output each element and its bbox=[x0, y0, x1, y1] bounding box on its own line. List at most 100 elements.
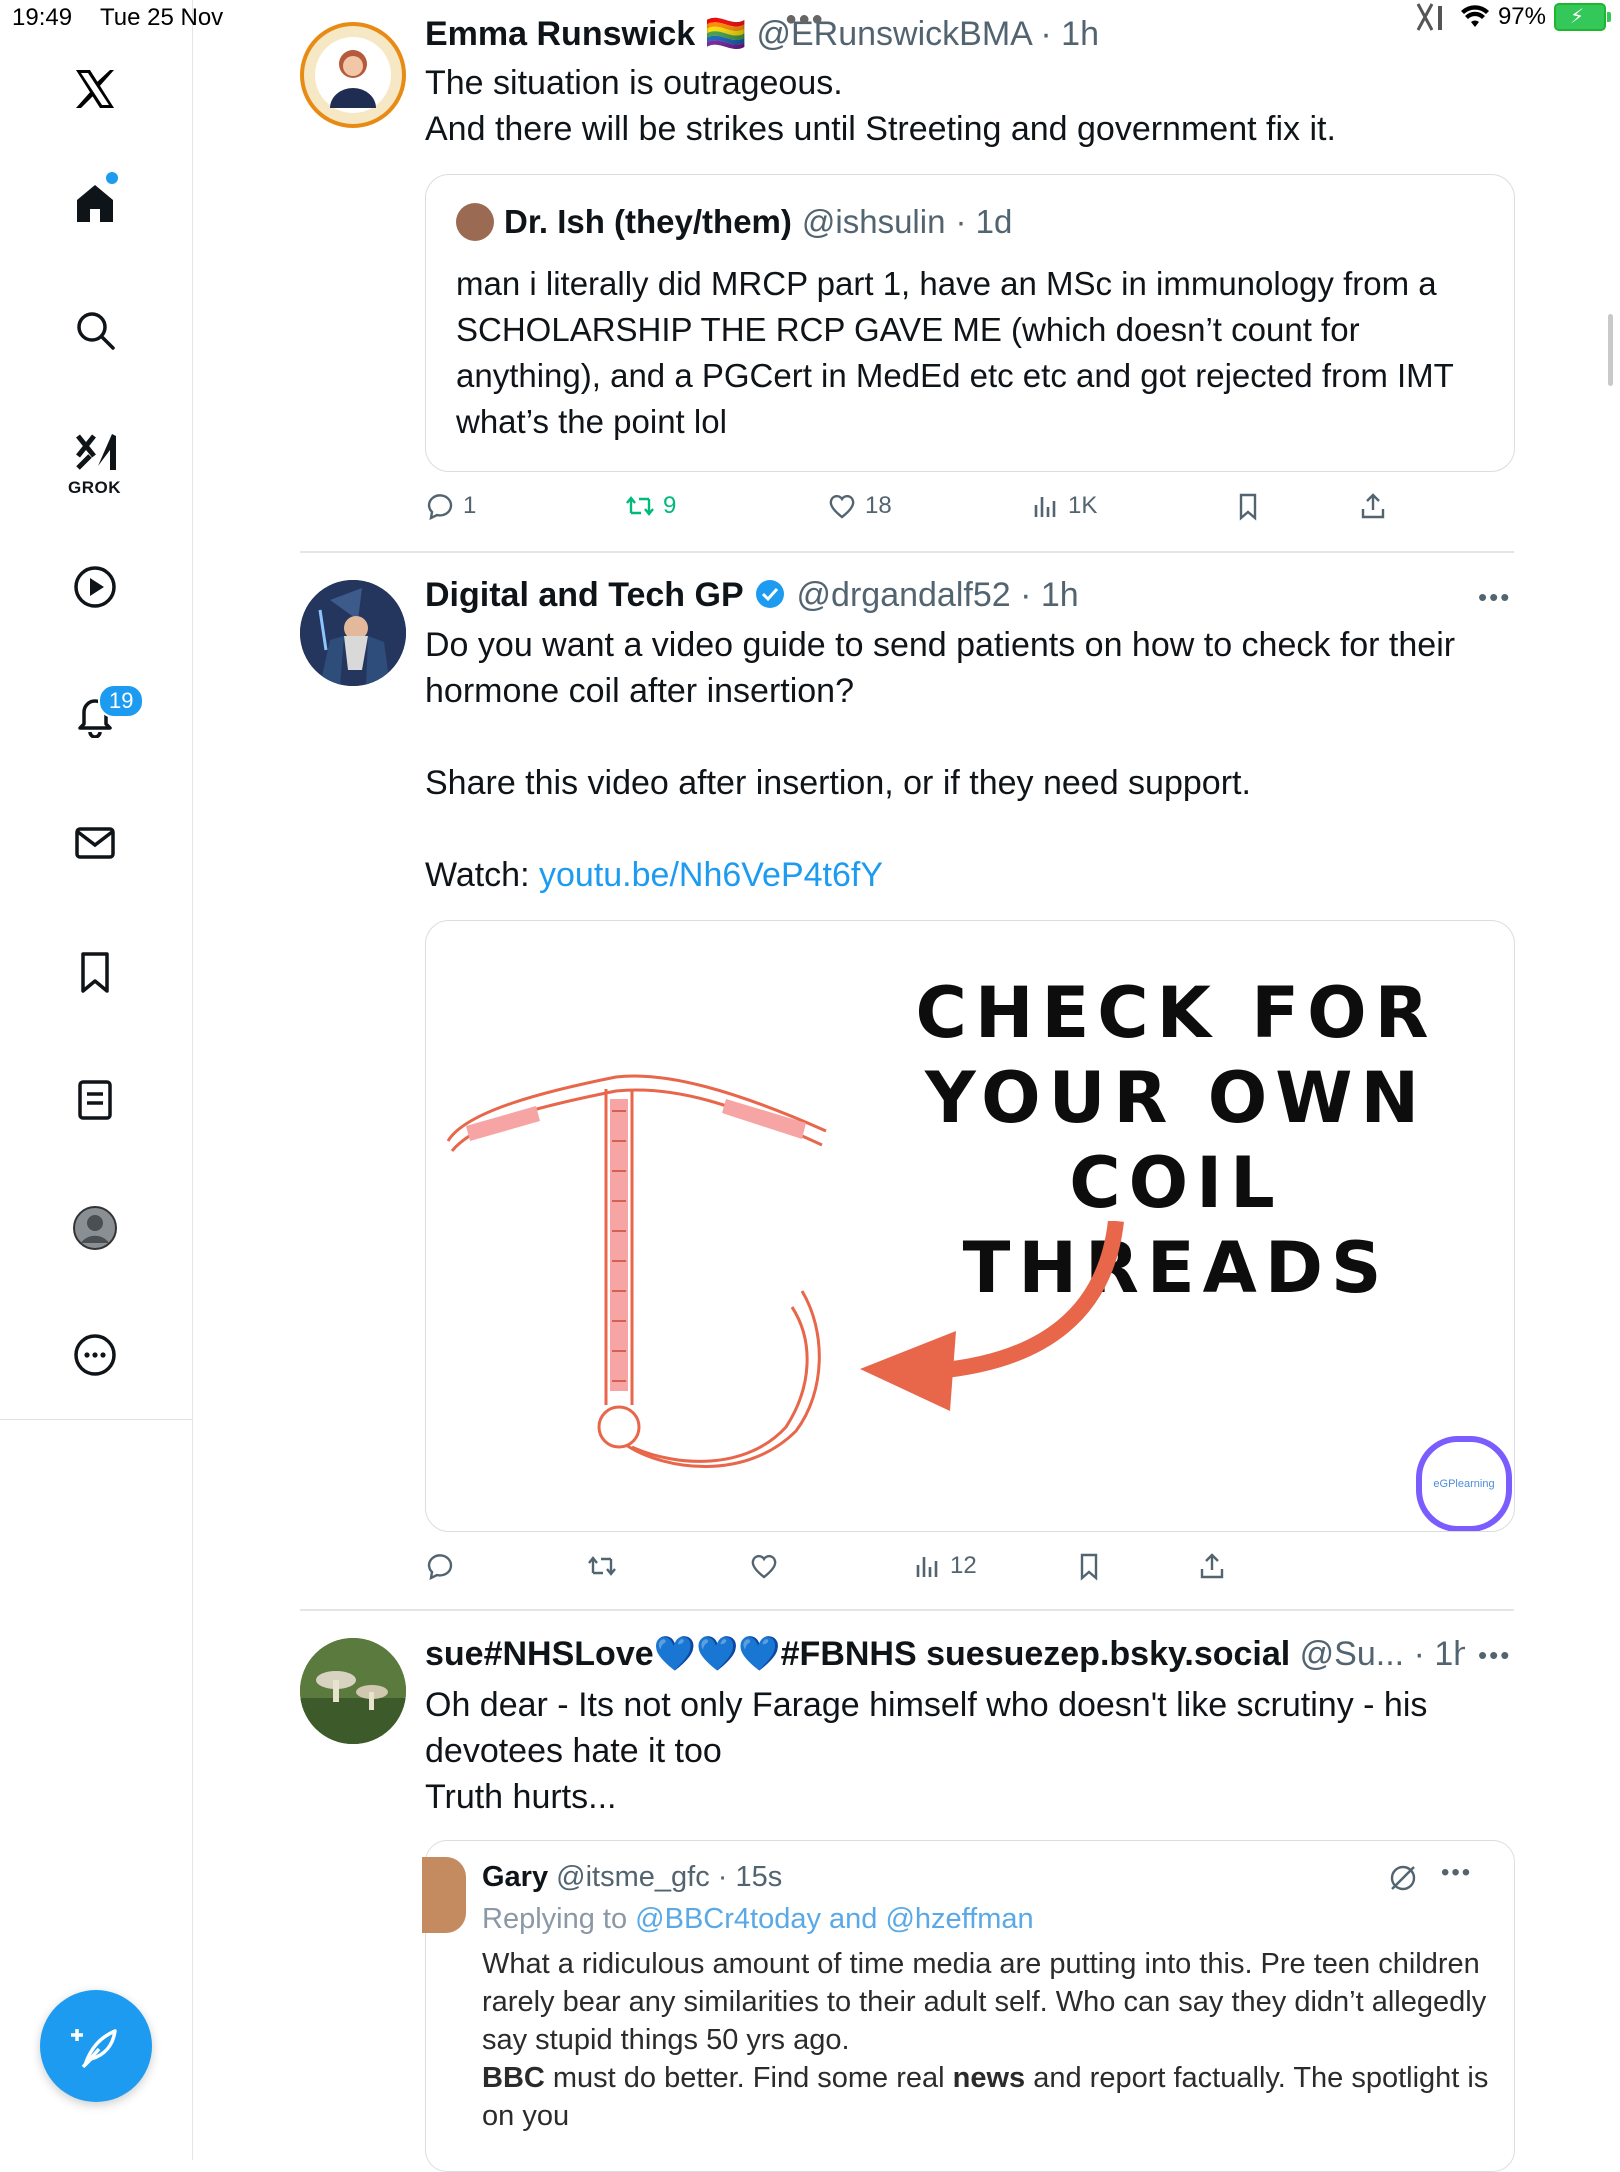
tweet-text: Do you want a video guide to send patien… bbox=[425, 622, 1515, 898]
more-menu-icon[interactable]: ••• bbox=[1478, 1640, 1511, 1671]
messages-envelope-icon[interactable] bbox=[70, 818, 120, 868]
repost-icon bbox=[626, 496, 654, 516]
tweet-header: Digital and Tech GP @drgandalf52 · 1h bbox=[425, 576, 1079, 615]
bookmarks-icon[interactable] bbox=[70, 947, 120, 997]
text-part: must do better. Find some real bbox=[544, 2062, 953, 2094]
replying-handles: @BBCr4today and @hzeffman bbox=[635, 1903, 1034, 1935]
heart-icon bbox=[829, 494, 855, 519]
grok-icon[interactable] bbox=[70, 428, 120, 478]
avatar-mushrooms-icon bbox=[300, 1638, 406, 1744]
home-icon[interactable] bbox=[70, 178, 120, 228]
author-handle[interactable]: @Su... bbox=[1300, 1635, 1404, 1673]
scrollbar[interactable] bbox=[1608, 314, 1613, 386]
tweet-text: Oh dear - Its not only Farage himself wh… bbox=[425, 1682, 1427, 1820]
compose-feather-icon bbox=[71, 2029, 117, 2069]
battery-icon: ⚡ bbox=[1554, 3, 1611, 31]
avatar-photo-icon bbox=[315, 37, 391, 113]
reply-icon bbox=[427, 494, 453, 521]
search-icon[interactable] bbox=[70, 305, 120, 355]
egplearning-logo: eGPlearning bbox=[1416, 1436, 1512, 1531]
bbc-bold: BBC bbox=[482, 2062, 545, 2094]
views-count: 1K bbox=[1068, 492, 1098, 519]
battery-percent: 97% bbox=[1497, 3, 1546, 30]
more-options-icon[interactable] bbox=[70, 1330, 120, 1380]
iud-coil-illustration bbox=[446, 1074, 827, 1468]
repost-icon bbox=[588, 1556, 616, 1576]
reply-icon bbox=[427, 1554, 453, 1581]
video-link[interactable]: youtu.be/Nh6VeP4t6fY bbox=[539, 856, 883, 894]
lists-icon[interactable] bbox=[70, 1075, 120, 1125]
repost-count: 9 bbox=[663, 492, 677, 519]
video-play-icon[interactable] bbox=[70, 562, 120, 612]
wifi-icon bbox=[1460, 5, 1489, 27]
watch-label: Watch: bbox=[425, 856, 539, 894]
like-button[interactable]: 18 bbox=[827, 491, 892, 521]
views-count: 12 bbox=[950, 1552, 977, 1579]
status-right: 97% ⚡ bbox=[1416, 2, 1611, 32]
views-button[interactable]: 12 bbox=[912, 1551, 977, 1581]
tweet-divider bbox=[300, 1609, 1514, 1611]
embedded-avatar bbox=[422, 1857, 466, 1933]
bookmark-button[interactable] bbox=[1074, 1551, 1104, 1581]
quoted-author-handle: @ishsulin bbox=[801, 203, 946, 240]
tweet-line: Share this video after insertion, or if … bbox=[425, 764, 1251, 802]
avatar[interactable] bbox=[300, 1638, 406, 1744]
quoted-author-name: Dr. Ish (they/them) bbox=[504, 203, 792, 240]
sidebar-separator bbox=[0, 1419, 192, 1420]
notifications-badge: 19 bbox=[98, 684, 145, 718]
reply-button[interactable]: 1 bbox=[425, 491, 476, 521]
embedded-author-name: Gary bbox=[482, 1861, 549, 1893]
replying-label: Replying to bbox=[482, 1903, 636, 1935]
share-icon bbox=[1200, 1553, 1224, 1579]
tweet-divider bbox=[300, 551, 1514, 553]
bookmark-button[interactable] bbox=[1233, 491, 1263, 521]
more-menu-icon[interactable]: ••• bbox=[1478, 582, 1511, 613]
quoted-time: · 1d bbox=[955, 203, 1013, 240]
bookmark-icon bbox=[1080, 1553, 1098, 1581]
grok-spark-icon bbox=[1390, 1865, 1416, 1891]
status-time: 19:49 bbox=[12, 4, 73, 31]
author-handle[interactable]: @drgandalf52 bbox=[797, 576, 1011, 614]
tweet-line: And there will be strikes until Streetin… bbox=[425, 110, 1336, 148]
author-name[interactable]: sue#NHSLove💙💙💙#FBNHS suesuezep.bsky.soci… bbox=[425, 1635, 1290, 1673]
reply-button[interactable] bbox=[425, 1551, 455, 1581]
news-bold: news bbox=[952, 2062, 1026, 2094]
home-unread-dot bbox=[106, 172, 118, 184]
embedded-screenshot[interactable]: Gary @itsme_gfc · 15s ••• Replying to @B… bbox=[422, 1840, 1515, 2172]
avatar[interactable] bbox=[300, 580, 406, 686]
avatar-wizard-icon bbox=[300, 580, 406, 686]
heart-icon bbox=[751, 1554, 777, 1579]
verified-badge-icon bbox=[756, 580, 785, 608]
x-logo-icon[interactable] bbox=[70, 64, 120, 114]
status-date: Tue 25 Nov bbox=[100, 4, 224, 31]
repost-button[interactable] bbox=[587, 1551, 617, 1581]
embedded-more-icon: ••• bbox=[1441, 1859, 1473, 1886]
replying-to-line: Replying to @BBCr4today and @hzeffman bbox=[482, 1903, 1034, 1936]
tweet-media-image[interactable]: CHECK FOR YOUR OWN COIL THREADS eGPlearn… bbox=[425, 920, 1515, 1532]
status-bar: 19:49 Tue 25 Nov ●●● 97% ⚡ bbox=[0, 0, 1620, 40]
multitasking-dots-icon[interactable]: ●●● bbox=[785, 8, 824, 31]
quoted-tweet[interactable]: Dr. Ish (they/them) @ishsulin · 1d man i… bbox=[425, 174, 1515, 472]
tweet-time: · 1h bbox=[1413, 1635, 1465, 1673]
tweet-text: The situation is outrageous. And there w… bbox=[425, 60, 1336, 152]
share-button[interactable] bbox=[1358, 491, 1388, 521]
sidebar: GROK 19 bbox=[0, 0, 193, 2160]
tweet-line: devotees hate it too bbox=[425, 1732, 722, 1770]
watch-line: Watch: youtu.be/Nh6VeP4t6fY bbox=[425, 852, 1515, 898]
views-button[interactable]: 1K bbox=[1030, 491, 1097, 521]
embedded-text-2: BBC must do better. Find some real news … bbox=[482, 2059, 1492, 2135]
share-button[interactable] bbox=[1197, 1551, 1227, 1581]
arrow-graphic bbox=[860, 1221, 1124, 1411]
tweet-line: Do you want a video guide to send patien… bbox=[425, 626, 1456, 710]
grok-label: GROK bbox=[68, 478, 121, 497]
reply-count: 1 bbox=[463, 492, 477, 519]
share-icon bbox=[1361, 493, 1385, 519]
author-name[interactable]: Digital and Tech GP bbox=[425, 576, 744, 614]
compose-post-button[interactable] bbox=[40, 1990, 152, 2102]
embedded-header: Gary @itsme_gfc · 15s bbox=[482, 1861, 782, 1894]
profile-avatar-icon[interactable] bbox=[70, 1203, 120, 1253]
like-button[interactable] bbox=[749, 1551, 779, 1581]
repost-button[interactable]: 9 bbox=[625, 491, 676, 521]
